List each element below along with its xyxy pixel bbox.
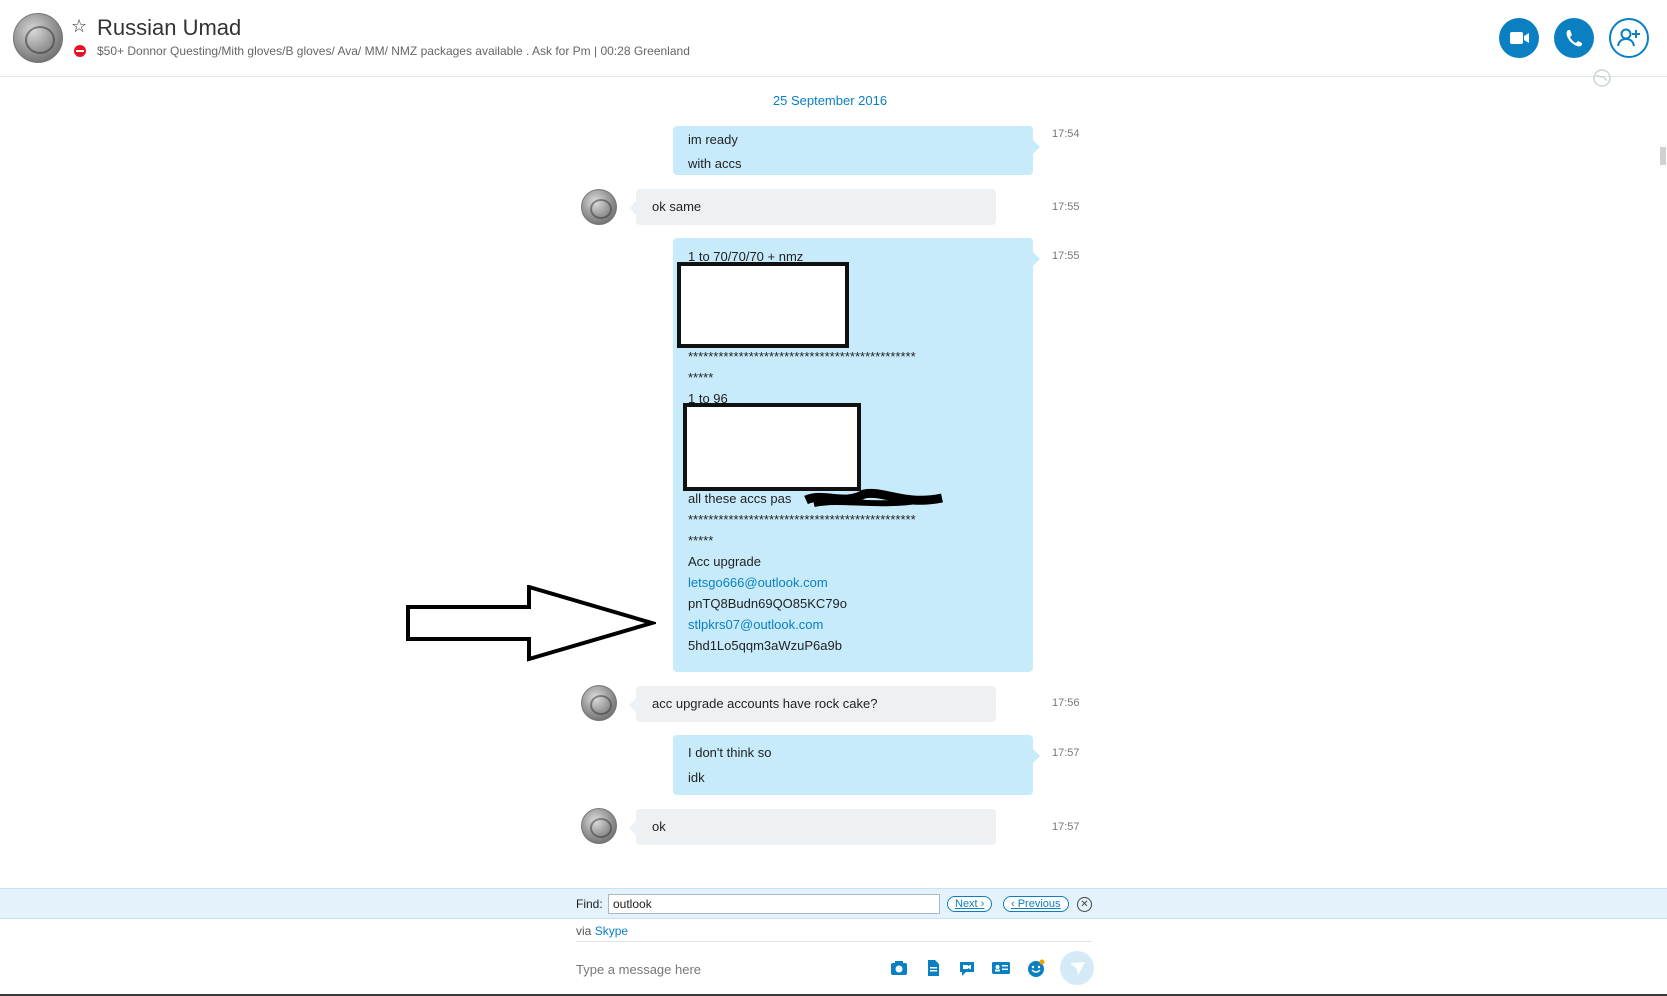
send-file-icon[interactable] <box>923 958 943 978</box>
via-label: via Skype <box>576 924 628 938</box>
message-timestamp: 17:55 <box>1052 250 1080 262</box>
find-label: Find: <box>576 897 603 911</box>
video-call-button[interactable] <box>1499 18 1539 58</box>
outgoing-message[interactable]: 1 to 70/70/70 + nmz ********************… <box>673 238 1040 672</box>
find-next-button[interactable]: Next › <box>947 896 993 912</box>
via-skype-link[interactable]: Skype <box>595 924 628 938</box>
contact-avatar-small[interactable] <box>581 685 617 721</box>
add-people-button[interactable] <box>1609 18 1649 58</box>
redaction-box <box>683 403 861 491</box>
scrollbar-thumb[interactable] <box>1660 147 1666 165</box>
incoming-message[interactable]: ok same <box>629 189 996 225</box>
send-message-button[interactable] <box>1060 951 1094 985</box>
contact-name[interactable]: Russian Umad <box>97 14 241 42</box>
email-link[interactable]: stlpkrs07@outlook.com <box>688 614 1018 635</box>
date-separator: 25 September 2016 <box>700 92 960 110</box>
send-photo-icon[interactable] <box>889 958 909 978</box>
add-contact-icon <box>1617 28 1640 47</box>
contact-avatar-small[interactable] <box>581 189 617 225</box>
do-not-disturb-status-icon <box>74 45 86 57</box>
favorite-star-icon[interactable]: ☆ <box>71 16 87 36</box>
contact-mood-message: $50+ Donnor Questing/Mith gloves/B glove… <box>97 44 690 58</box>
message-timestamp: 17:54 <box>1052 128 1080 140</box>
video-message-icon[interactable] <box>957 958 977 978</box>
close-find-icon[interactable]: ✕ <box>1077 897 1092 912</box>
video-camera-icon <box>1510 32 1529 44</box>
contact-avatar-small[interactable] <box>581 808 617 844</box>
incoming-message[interactable]: ok <box>629 809 996 845</box>
voice-call-button[interactable] <box>1554 18 1594 58</box>
message-text: ****************************************… <box>688 349 916 364</box>
message-text: ***** <box>688 370 714 385</box>
message-text: ****************************************… <box>688 512 916 527</box>
message-text: im ready <box>688 132 738 147</box>
message-text: ok <box>652 819 666 834</box>
scribble-redaction <box>804 488 943 507</box>
message-text: ok same <box>652 199 702 214</box>
send-contact-icon[interactable] <box>991 958 1011 978</box>
via-prefix: via <box>576 924 595 938</box>
message-text: Acc upgrade <box>688 554 761 569</box>
message-history[interactable]: 25 September 2016 im ready with accs 17:… <box>0 78 1667 888</box>
email-link[interactable]: letsgo666@outlook.com <box>688 572 1018 593</box>
message-text: I don't think so <box>688 745 772 760</box>
message-timestamp: 17:57 <box>1052 747 1080 759</box>
contact-avatar[interactable] <box>13 13 63 63</box>
message-text: acc upgrade accounts have rock cake? <box>652 696 878 711</box>
message-text: 5hd1Lo5qqm3aWzuP6a9b <box>688 638 842 653</box>
find-input[interactable] <box>608 894 940 914</box>
outgoing-message[interactable]: im ready with accs <box>673 126 1040 175</box>
message-text: ***** <box>688 533 714 548</box>
message-timestamp: 17:55 <box>1052 201 1080 213</box>
find-bar: Find: Next › ‹ Previous ✕ <box>0 888 1667 919</box>
find-previous-button[interactable]: ‹ Previous <box>1003 896 1069 912</box>
message-text: 1 to 70/70/70 + nmz <box>688 249 804 264</box>
message-text: idk <box>688 770 705 785</box>
composer-divider <box>576 941 1092 942</box>
message-text: all these accs pas <box>688 488 1018 509</box>
phone-icon <box>1566 30 1582 47</box>
message-input[interactable] <box>576 958 876 980</box>
conversation-header: ☆ Russian Umad $50+ Donnor Questing/Mith… <box>0 0 1667 87</box>
outgoing-message[interactable]: I don't think so idk <box>673 735 1040 795</box>
message-text: all these accs pas <box>688 491 792 506</box>
redaction-box <box>677 262 849 348</box>
emoticon-icon[interactable] <box>1026 958 1046 978</box>
message-text: with accs <box>688 156 742 171</box>
incoming-message[interactable]: acc upgrade accounts have rock cake? <box>629 686 996 722</box>
annotation-arrow <box>406 585 656 662</box>
message-timestamp: 17:57 <box>1052 821 1080 833</box>
send-arrow-icon <box>1070 962 1085 975</box>
message-timestamp: 17:56 <box>1052 697 1080 709</box>
message-text: pnTQ8Budn69QO85KC79o <box>688 596 847 611</box>
